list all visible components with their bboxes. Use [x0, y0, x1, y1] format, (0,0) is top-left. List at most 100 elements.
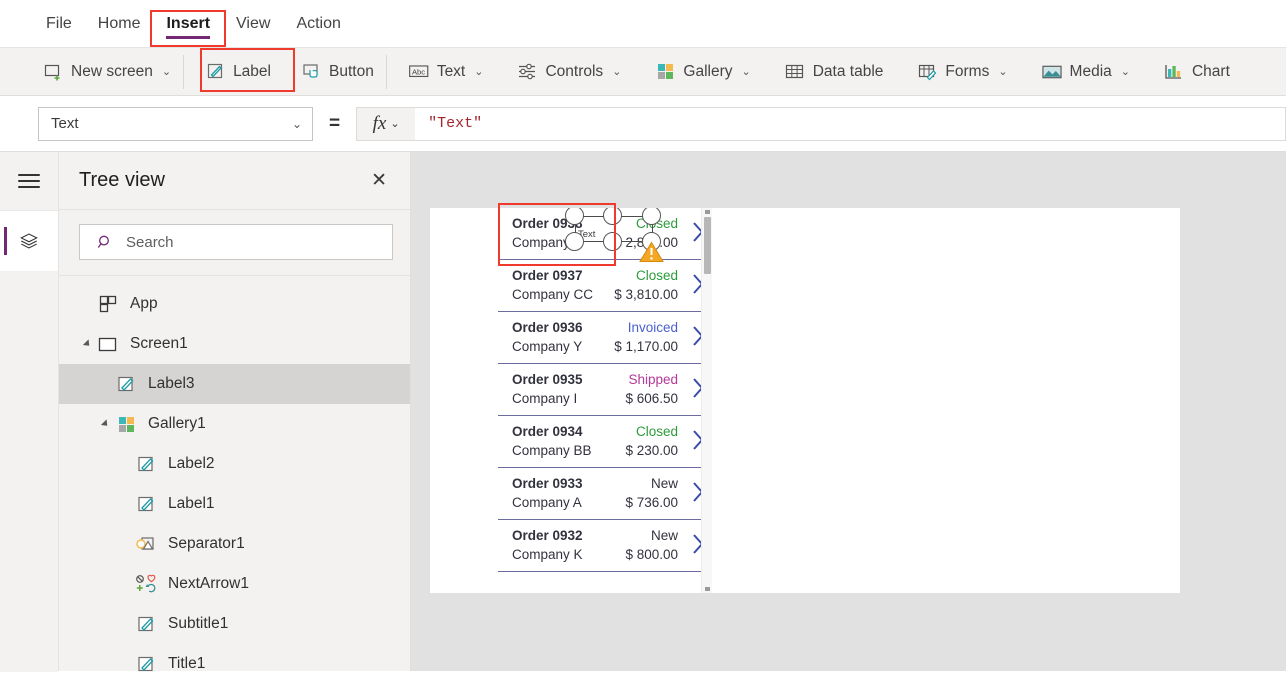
- equals-sign: =: [329, 112, 341, 134]
- ribbon-text-menu[interactable]: Abc Text ⌄: [399, 56, 494, 88]
- gallery-item[interactable]: Order 0933 New Company A $ 736.00: [498, 468, 712, 520]
- screen-icon: [97, 333, 119, 355]
- active-rail-indicator: [4, 227, 7, 255]
- gallery-item[interactable]: Order 0934 Closed Company BB $ 230.00: [498, 416, 712, 468]
- ribbon-controls-menu[interactable]: Controls ⌄: [507, 56, 631, 88]
- tree-item-label1[interactable]: Label1: [59, 484, 410, 524]
- ribbon-label: Forms: [945, 62, 990, 80]
- ribbon-label: New screen: [71, 62, 153, 80]
- gallery-item[interactable]: Order 0936 Invoiced Company Y $ 1,170.00: [498, 312, 712, 364]
- canvas-area: Order 0938 Closed Company F $ 2,870.00 O…: [411, 152, 1286, 671]
- menu-item-view[interactable]: View: [223, 9, 283, 39]
- label-edit-icon: [115, 373, 137, 395]
- tree-view-header: Tree view ✕: [59, 152, 410, 210]
- ribbon-media-menu[interactable]: Media ⌄: [1032, 56, 1140, 88]
- ribbon-forms-menu[interactable]: Forms ⌄: [907, 56, 1017, 88]
- chevron-down-icon: ⌄: [291, 116, 302, 131]
- ribbon-label: Gallery: [683, 62, 733, 80]
- gallery-item[interactable]: Order 0935 Shipped Company I $ 606.50: [498, 364, 712, 416]
- scroll-down-arrow-icon[interactable]: [705, 587, 710, 591]
- chevron-down-icon[interactable]: ⌄: [474, 65, 483, 78]
- panel-title: Tree view: [79, 169, 165, 191]
- warning-triangle-icon[interactable]: [639, 241, 664, 263]
- label-edit-icon: [135, 493, 157, 515]
- tree-item-screen1[interactable]: Screen1: [59, 324, 410, 364]
- ribbon-label: Text: [436, 62, 466, 80]
- search-container: [59, 210, 410, 276]
- chevron-down-icon[interactable]: ⌄: [742, 65, 751, 78]
- chevron-down-icon[interactable]: ⌄: [612, 65, 621, 78]
- label-edit-icon: [135, 653, 157, 675]
- selected-label3-control[interactable]: Text: [564, 208, 664, 262]
- tree-item-label: Separator1: [168, 535, 245, 552]
- hamburger-menu-button[interactable]: [0, 152, 58, 211]
- gallery-item-bottom-row: Company A $ 736.00: [498, 493, 712, 512]
- gallery-item-top-row: Order 0937 Closed: [498, 266, 712, 285]
- gallery1-control[interactable]: Order 0938 Closed Company F $ 2,870.00 O…: [498, 208, 712, 593]
- order-amount: $ 1,170.00: [614, 339, 678, 354]
- menu-item-label: File: [46, 14, 72, 32]
- company-name: Company BB: [512, 443, 592, 458]
- ribbon-label: Button: [329, 62, 374, 80]
- ribbon-button-button[interactable]: Button: [291, 56, 384, 88]
- order-amount: $ 3,810.00: [614, 287, 678, 302]
- tree-item-label: App: [130, 295, 158, 312]
- property-dropdown[interactable]: Text ⌄: [38, 106, 313, 141]
- order-title: Order 0937: [512, 268, 583, 283]
- gallery-item[interactable]: Order 0932 New Company K $ 800.00: [498, 520, 712, 572]
- tree-item-label3[interactable]: Label3: [59, 364, 410, 404]
- tree-item-nextarrow1[interactable]: NextArrow1: [59, 564, 410, 604]
- company-name: Company A: [512, 495, 582, 510]
- ribbon-label: Media: [1069, 62, 1112, 80]
- rail-item-tree-view[interactable]: [0, 211, 58, 271]
- close-icon[interactable]: ✕: [371, 171, 387, 190]
- ribbon-label: Chart: [1191, 62, 1230, 80]
- ribbon-label-button[interactable]: Label: [195, 56, 281, 88]
- search-input[interactable]: [124, 232, 366, 252]
- chevron-down-icon: ⌄: [390, 118, 400, 130]
- hamburger-icon: [18, 174, 40, 188]
- scroll-up-arrow-icon[interactable]: [705, 210, 710, 214]
- resize-handle-bottom-center[interactable]: [603, 232, 622, 251]
- resize-handle-top-right[interactable]: [642, 208, 661, 225]
- twisty-expanded-icon[interactable]: [79, 339, 95, 349]
- app-screen-canvas[interactable]: Order 0938 Closed Company F $ 2,870.00 O…: [430, 208, 1180, 593]
- gallery-item-top-row: Order 0934 Closed: [498, 422, 712, 441]
- order-title: Order 0936: [512, 320, 583, 335]
- tree-item-label2[interactable]: Label2: [59, 444, 410, 484]
- chevron-down-icon[interactable]: ⌄: [162, 65, 171, 78]
- order-status: Invoiced: [627, 320, 678, 335]
- new-screen-icon: [43, 62, 63, 82]
- tree-item-app[interactable]: App: [59, 284, 410, 324]
- resize-handle-bottom-left[interactable]: [565, 232, 584, 251]
- chevron-down-icon[interactable]: ⌄: [998, 65, 1007, 78]
- gallery-item[interactable]: Order 0937 Closed Company CC $ 3,810.00: [498, 260, 712, 312]
- tree-list: App Screen1 Label3 Gallery1 Label2 Label…: [59, 276, 410, 684]
- order-title: Order 0933: [512, 476, 583, 491]
- tree-item-gallery1[interactable]: Gallery1: [59, 404, 410, 444]
- menu-item-action[interactable]: Action: [283, 9, 353, 39]
- order-amount: $ 230.00: [625, 443, 678, 458]
- ribbon-new-screen-button[interactable]: New screen ⌄: [33, 56, 181, 88]
- tree-item-separator1[interactable]: Separator1: [59, 524, 410, 564]
- gallery-item-top-row: Order 0933 New: [498, 474, 712, 493]
- tree-item-title1[interactable]: Title1: [59, 644, 410, 684]
- fx-button[interactable]: fx ⌄: [356, 106, 416, 141]
- scrollbar-thumb[interactable]: [704, 217, 711, 274]
- menu-item-file[interactable]: File: [33, 9, 85, 39]
- ribbon-data-table-button[interactable]: Data table: [775, 56, 894, 88]
- menu-item-home[interactable]: Home: [85, 9, 154, 39]
- ribbon-divider: [385, 54, 387, 89]
- ribbon-chart-menu[interactable]: Chart: [1154, 56, 1240, 88]
- twisty-expanded-icon[interactable]: [97, 419, 113, 429]
- chevron-down-icon[interactable]: ⌄: [1121, 65, 1130, 78]
- rail-empty-space: [0, 271, 58, 672]
- search-box[interactable]: [79, 224, 393, 260]
- formula-input[interactable]: "Text": [415, 106, 1286, 141]
- ribbon-gallery-menu[interactable]: Gallery ⌄: [645, 56, 760, 88]
- tree-item-subtitle1[interactable]: Subtitle1: [59, 604, 410, 644]
- layers-icon: [19, 231, 39, 251]
- menu-item-insert[interactable]: Insert: [153, 9, 223, 39]
- company-name: Company Y: [512, 339, 583, 354]
- gallery-scrollbar[interactable]: [701, 208, 712, 593]
